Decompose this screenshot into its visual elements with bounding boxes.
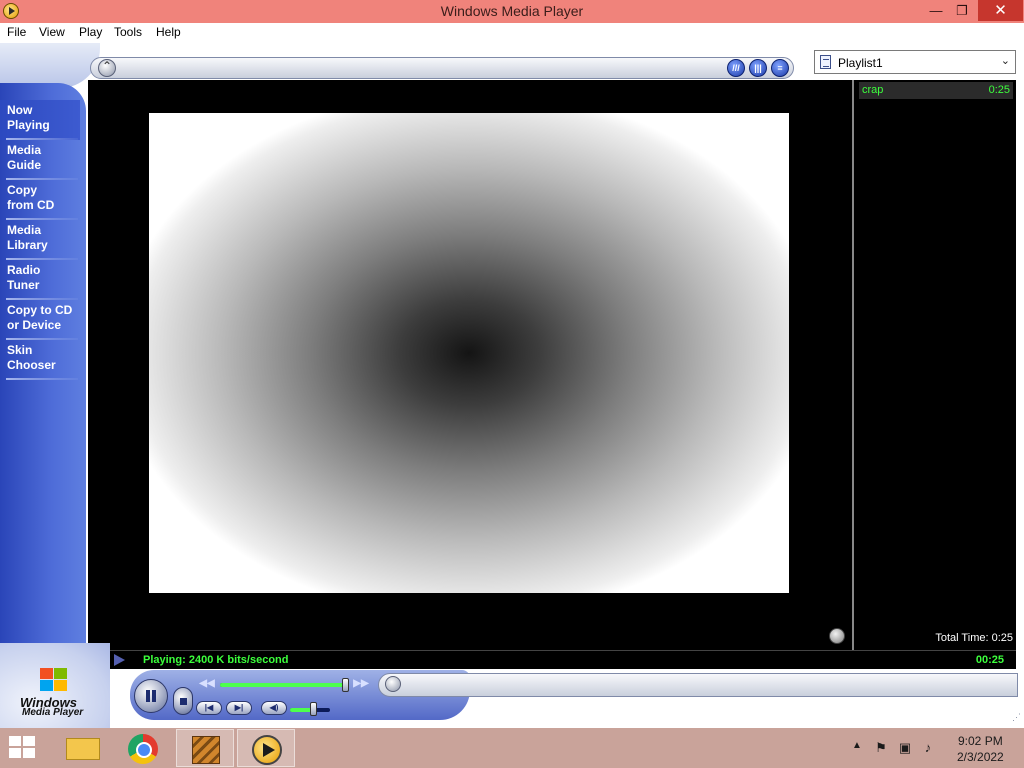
pause-button[interactable] bbox=[134, 679, 168, 713]
seek-progress bbox=[220, 683, 343, 687]
menu-view[interactable]: View bbox=[39, 25, 65, 39]
visualization-icon[interactable]: /// bbox=[727, 59, 745, 77]
show-hidden-icons-icon[interactable]: ▲ bbox=[852, 740, 862, 751]
playlist-dropdown[interactable]: Playlist1 ⌄ bbox=[814, 50, 1016, 74]
video-area[interactable] bbox=[88, 80, 852, 650]
seek-slider[interactable] bbox=[220, 683, 345, 687]
clock-time[interactable]: 9:02 PM bbox=[958, 734, 1003, 748]
taskbar-chrome[interactable] bbox=[114, 729, 172, 767]
clock-date[interactable]: 2/3/2022 bbox=[957, 750, 1004, 764]
rewind-button[interactable]: ◀◀ bbox=[198, 678, 216, 690]
playlist-item[interactable]: crap 0:25 bbox=[859, 82, 1013, 99]
previous-track-button[interactable]: |◀ bbox=[196, 701, 222, 715]
nav-media-library[interactable]: Media Library bbox=[7, 223, 79, 253]
playlist-item-duration: 0:25 bbox=[988, 84, 1010, 96]
seek-thumb[interactable] bbox=[342, 678, 349, 692]
mute-button[interactable]: ◀) bbox=[261, 701, 287, 715]
status-text: Playing: 2400 K bits/second bbox=[143, 654, 289, 666]
start-button[interactable] bbox=[9, 736, 37, 760]
window-title: Windows Media Player bbox=[440, 3, 584, 19]
menu-tools[interactable]: Tools bbox=[114, 25, 142, 39]
playlist-item-name: crap bbox=[862, 84, 884, 96]
status-bar: Playing: 2400 K bits/second 00:25 bbox=[88, 650, 1016, 669]
nav-copy-from-cd[interactable]: Copy from CD bbox=[7, 183, 79, 213]
equalizer-icon[interactable]: ||| bbox=[749, 59, 767, 77]
hide-taskbar-button[interactable] bbox=[98, 59, 116, 77]
playlist-toggle-icon[interactable]: ≡ bbox=[771, 59, 789, 77]
network-icon[interactable]: ▣ bbox=[897, 740, 913, 756]
playlist-dropdown-value: Playlist1 bbox=[838, 56, 883, 70]
taskbar-windows-media-player[interactable] bbox=[237, 729, 295, 767]
play-state-icon bbox=[114, 654, 125, 666]
nav-divider bbox=[6, 378, 78, 380]
logo-wordmark-sub: Media Player bbox=[22, 707, 84, 718]
nav-divider bbox=[6, 178, 78, 180]
bottom-toolbar-strip bbox=[378, 673, 1018, 697]
resize-grip-icon[interactable]: ⋰ bbox=[1012, 712, 1021, 722]
fullscreen-button[interactable] bbox=[829, 628, 845, 644]
nav-divider bbox=[6, 258, 78, 260]
taskbar-sidebar: Now Playing Media Guide Copy from CD Media L… bbox=[0, 83, 86, 723]
action-center-flag-icon[interactable]: ⚑ bbox=[873, 740, 889, 756]
windows-taskbar: ▲ ⚑ ▣ ♪ 9:02 PM 2/3/2022 bbox=[0, 728, 1024, 768]
menu-help[interactable]: Help bbox=[156, 25, 181, 39]
taskbar-movie-maker[interactable] bbox=[176, 729, 234, 767]
windows-flag-icon bbox=[40, 668, 68, 692]
menu-play[interactable]: Play bbox=[79, 25, 102, 39]
nav-radio-tuner[interactable]: Radio Tuner bbox=[7, 263, 79, 293]
nav-copy-to-cd[interactable]: Copy to CD or Device bbox=[7, 303, 79, 333]
playlist-document-icon bbox=[820, 55, 831, 69]
nav-divider bbox=[6, 338, 78, 340]
top-toolbar-strip: /// ||| ≡ bbox=[90, 57, 794, 79]
next-track-button[interactable]: ▶| bbox=[226, 701, 252, 715]
film-icon bbox=[192, 736, 220, 764]
chrome-icon bbox=[128, 734, 158, 764]
player-window: Now Playing Media Guide Copy from CD Media L… bbox=[0, 43, 1024, 728]
folder-icon bbox=[66, 738, 100, 760]
nav-now-playing[interactable]: Now Playing bbox=[7, 103, 79, 133]
compact-mode-icon[interactable] bbox=[385, 676, 401, 692]
menu-bar: File View Play Tools Help bbox=[0, 23, 1024, 43]
taskbar-file-explorer[interactable] bbox=[54, 729, 112, 767]
volume-icon[interactable]: ♪ bbox=[920, 740, 936, 756]
skin-frame-top bbox=[0, 43, 100, 88]
nav-divider bbox=[6, 138, 78, 140]
nav-skin-chooser[interactable]: Skin Chooser bbox=[7, 343, 79, 373]
stop-button[interactable] bbox=[173, 687, 193, 715]
fast-forward-button[interactable]: ▶▶ bbox=[352, 678, 370, 690]
playlist-panel: crap 0:25 Total Time: 0:25 bbox=[852, 80, 1016, 650]
close-button[interactable]: ✕ bbox=[978, 0, 1023, 21]
nav-divider bbox=[6, 218, 78, 220]
title-bar: Windows Media Player — ❐ ✕ bbox=[0, 0, 1024, 23]
menu-file[interactable]: File bbox=[7, 25, 26, 39]
media-player-icon bbox=[252, 735, 282, 765]
elapsed-time: 00:25 bbox=[975, 654, 1004, 666]
video-frame[interactable] bbox=[149, 113, 789, 593]
volume-thumb[interactable] bbox=[310, 702, 317, 716]
volume-level bbox=[290, 708, 312, 712]
playlist-total-time: Total Time: 0:25 bbox=[935, 632, 1013, 644]
restore-button[interactable]: ❐ bbox=[946, 0, 978, 21]
nav-media-guide[interactable]: Media Guide bbox=[7, 143, 79, 173]
nav-divider bbox=[6, 298, 78, 300]
chevron-down-icon: ⌄ bbox=[1000, 55, 1010, 67]
